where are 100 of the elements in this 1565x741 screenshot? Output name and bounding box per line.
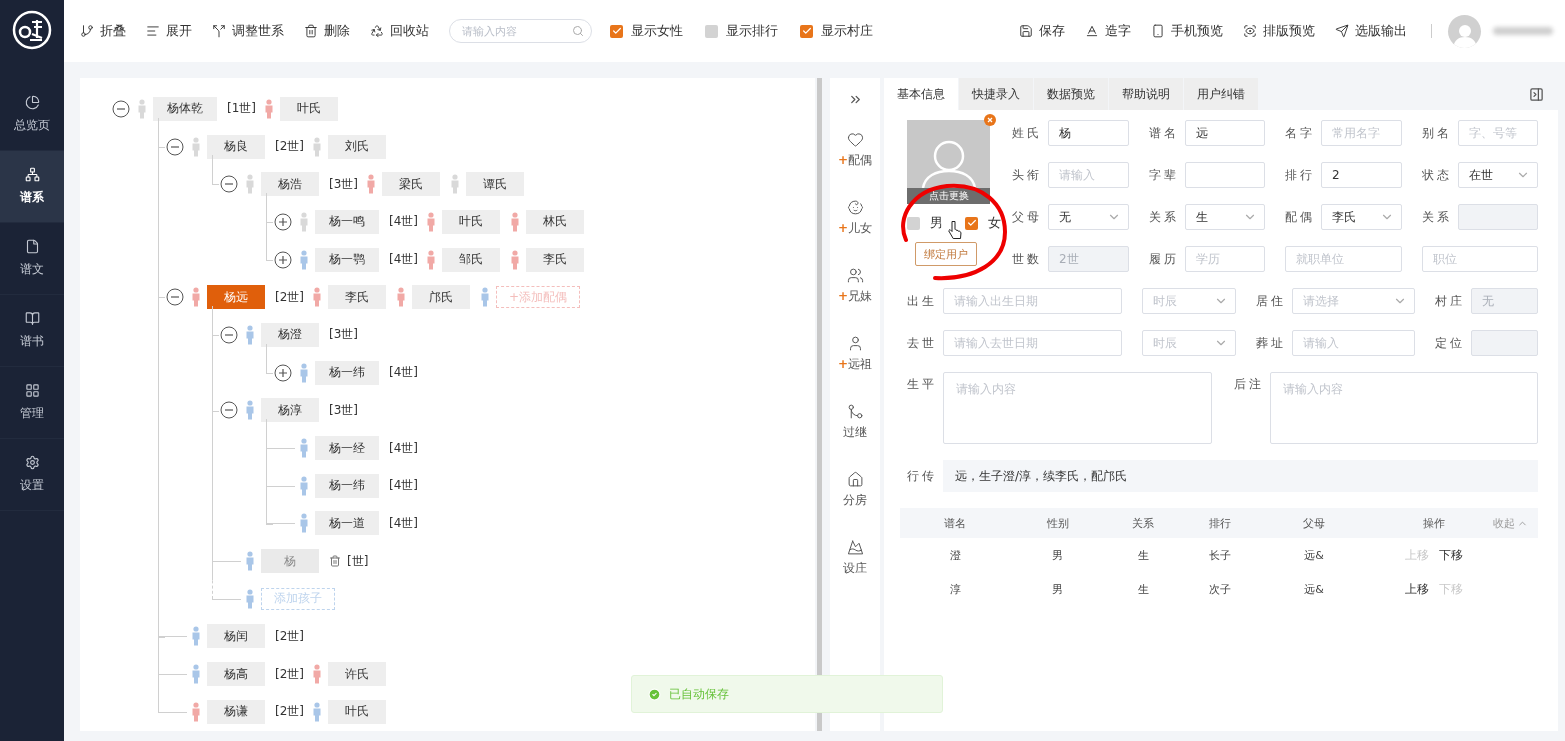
side-action[interactable]: +配偶 (837, 131, 873, 199)
input-field[interactable]: 2 (1321, 162, 1402, 188)
spouse-name[interactable]: 李氏 (328, 285, 386, 310)
input-field[interactable]: 请输入 (1291, 330, 1416, 356)
spouse-name[interactable]: 谭氏 (466, 172, 524, 197)
toolbar-button[interactable]: 造字 (1085, 22, 1131, 40)
toolbar-button[interactable]: 排版预览 (1243, 22, 1315, 40)
input-field[interactable]: 杨 (1048, 120, 1129, 146)
input-field[interactable] (1457, 204, 1538, 230)
sidebar-item[interactable]: 谱书 (0, 295, 64, 367)
move-link[interactable]: 下移 (1439, 546, 1463, 564)
input-field[interactable] (1184, 162, 1265, 188)
checkbox[interactable] (610, 24, 623, 38)
person-name[interactable]: 杨一鸣 (315, 209, 379, 234)
person-name[interactable]: 杨淳 (261, 398, 319, 423)
sidebar-item[interactable]: 谱文 (0, 223, 64, 295)
tab[interactable]: 用户纠错 (1184, 78, 1258, 110)
toolbar-button[interactable]: 手机预览 (1151, 22, 1223, 40)
person-name[interactable]: 杨谦 (207, 699, 265, 724)
side-action[interactable]: 分房 (843, 471, 867, 539)
person-name[interactable]: 杨高 (207, 662, 265, 687)
input-field[interactable]: 字、号等 (1457, 120, 1538, 146)
toolbar-button[interactable]: 折叠 (80, 22, 126, 40)
trash-icon[interactable] (329, 555, 341, 568)
collapse-toggle[interactable] (112, 99, 130, 118)
checkbox[interactable] (800, 24, 813, 38)
person-name[interactable]: 杨一鹗 (315, 247, 379, 272)
tab[interactable]: 快捷录入 (959, 78, 1033, 110)
spouse-name[interactable]: 叶氏 (280, 96, 338, 121)
remove-icon[interactable] (984, 114, 996, 126)
move-link[interactable]: 上移 (1405, 580, 1429, 598)
side-action[interactable]: +儿女 (837, 199, 873, 267)
tab[interactable]: 帮助说明 (1109, 78, 1183, 110)
person-name[interactable]: 杨良 (207, 134, 265, 159)
sidebar-item[interactable]: 管理 (0, 367, 64, 439)
select-field[interactable]: 无 (1048, 204, 1129, 230)
spouse-name[interactable]: 邹氏 (442, 247, 500, 272)
tab[interactable]: 基本信息 (884, 78, 958, 110)
spouse-name[interactable]: 梁氏 (382, 172, 440, 197)
input-field[interactable]: 常用名字 (1321, 120, 1402, 146)
input-field[interactable]: 就职单位 (1285, 246, 1402, 272)
checkbox[interactable] (705, 24, 718, 38)
toolbar-button[interactable]: 保存 (1019, 22, 1065, 40)
person-name[interactable]: 杨浩 (261, 172, 319, 197)
photo[interactable]: 点击更换 (907, 120, 990, 204)
scrollbar[interactable] (817, 78, 822, 731)
search-field[interactable]: 请输入内容 (449, 19, 592, 43)
input-field[interactable]: 职位 (1421, 246, 1538, 272)
panel-collapse-icon[interactable] (1529, 86, 1544, 102)
spouse-name[interactable]: 李氏 (526, 247, 584, 272)
checkbox[interactable] (907, 216, 920, 230)
toolbar-button[interactable]: 回收站 (370, 22, 429, 40)
spouse-name[interactable]: 叶氏 (328, 699, 386, 724)
sidebar-item[interactable]: 设置 (0, 439, 64, 511)
select-field[interactable]: 李氏 (1321, 204, 1402, 230)
collapse-toggle[interactable] (220, 401, 238, 420)
toolbar-button[interactable]: 选版输出 (1335, 22, 1407, 40)
side-action[interactable]: 过继 (843, 403, 867, 471)
text-area[interactable]: 请输入内容 (943, 372, 1212, 444)
spouse-name[interactable]: 邝氏 (412, 285, 470, 310)
side-action[interactable]: +远祖 (837, 335, 873, 403)
sidebar-item[interactable]: 谱系 (0, 151, 64, 223)
date-field[interactable]: 请输入去世日期 (943, 330, 1123, 356)
person-name[interactable]: 杨澄 (261, 322, 319, 347)
person-name[interactable]: 杨一纬 (315, 360, 379, 385)
side-action[interactable]: +兄妹 (837, 267, 873, 335)
input-field[interactable]: 远 (1184, 120, 1265, 146)
select-field[interactable]: 请选择 (1291, 288, 1416, 314)
spouse-name[interactable]: 许氏 (328, 662, 386, 687)
spouse-name[interactable]: 叶氏 (442, 209, 500, 234)
person-name[interactable]: 杨闰 (207, 624, 265, 649)
text-area[interactable]: 请输入内容 (1269, 372, 1538, 444)
expand-toggle[interactable] (274, 212, 292, 231)
select-field[interactable]: 生 (1184, 204, 1265, 230)
person-name[interactable]: 杨一纬 (315, 473, 379, 498)
select-field[interactable]: 在世 (1457, 162, 1538, 188)
person-name[interactable]: 杨体乾 (153, 96, 217, 121)
toolbar-button[interactable]: 展开 (146, 22, 192, 40)
date-field[interactable]: 请输入出生日期 (943, 288, 1123, 314)
input-field[interactable]: 学历 (1184, 246, 1265, 272)
input-field[interactable]: 请输入 (1048, 162, 1129, 188)
select-field[interactable]: 时辰 (1142, 330, 1236, 356)
person-name[interactable]: 杨远 (207, 285, 265, 310)
input-field[interactable] (1471, 330, 1538, 356)
spouse-name[interactable]: 刘氏 (328, 134, 386, 159)
toolbar-button[interactable]: 调整世系 (212, 22, 284, 40)
select-field[interactable]: 时辰 (1142, 288, 1236, 314)
expand-toggle[interactable] (274, 250, 292, 269)
checkbox[interactable] (965, 216, 978, 230)
collapse-toggle[interactable] (166, 288, 184, 307)
toolbar-button[interactable]: 删除 (304, 22, 350, 40)
collapse-toggle[interactable] (220, 325, 238, 344)
person-name[interactable]: 杨一经 (315, 436, 379, 461)
collapse-toggle[interactable] (220, 175, 238, 194)
expand-toggle[interactable] (274, 363, 292, 382)
person-name[interactable]: 杨一道 (315, 511, 379, 536)
bind-user-button[interactable]: 绑定用户 (915, 242, 977, 266)
side-action[interactable]: 设庄 (843, 539, 867, 607)
spouse-name[interactable]: 林氏 (526, 209, 584, 234)
collapse-toggle[interactable] (166, 137, 184, 156)
